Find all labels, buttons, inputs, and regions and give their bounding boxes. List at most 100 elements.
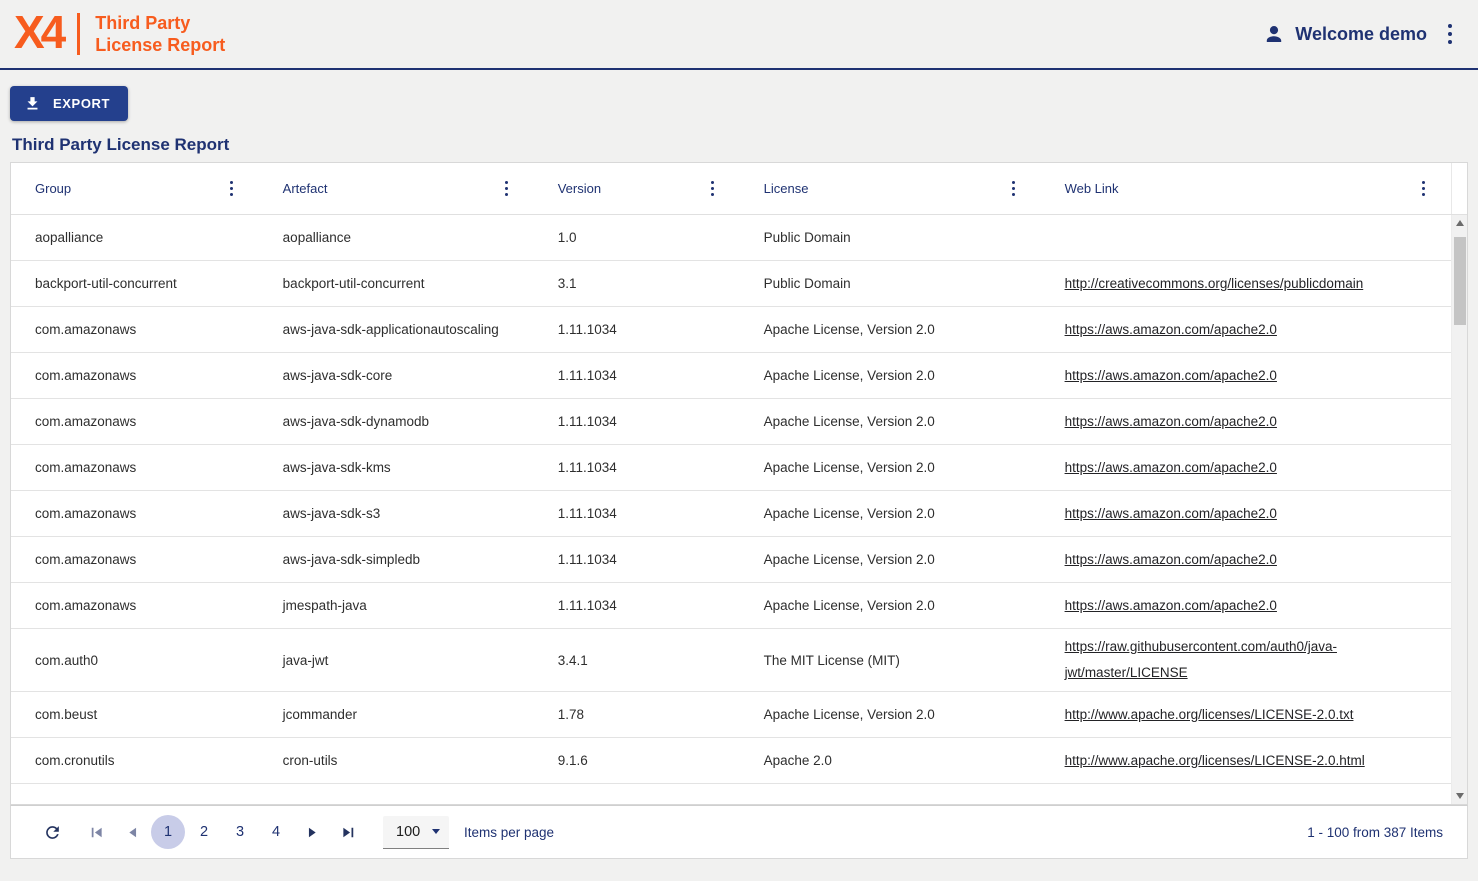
web-link[interactable]: https://aws.amazon.com/apache2.0 [1065,368,1277,383]
user-area: Welcome demo [1262,21,1456,48]
cell-artefact: aws-java-sdk-simpledb [259,542,534,577]
cell-group: com.cronutils [11,743,259,778]
web-link[interactable]: http://www.apache.org/licenses/LICENSE-2… [1065,707,1354,722]
items-per-page-label: Items per page [464,825,554,840]
cell-license: The MIT License (MIT) [740,643,1041,678]
cell-license: Apache License, Version 2.0 [740,358,1041,393]
column-menu-icon[interactable] [226,178,237,200]
cell-group: com.amazonaws [11,312,259,347]
web-link[interactable]: https://aws.amazon.com/apache2.0 [1065,598,1277,613]
cell-web-link: http://www.apache.org/licenses/LICENSE-2… [1041,743,1451,779]
cell-version: 3.1 [534,266,740,301]
column-menu-icon[interactable] [707,178,718,200]
pagination-range-text: 1 - 100 from 387 Items [1307,825,1443,840]
table-row: com.amazonaws aws-java-sdk-kms 1.11.1034… [11,445,1451,491]
column-header-web-link[interactable]: Web Link [1041,163,1451,214]
table-row: com.amazonaws aws-java-sdk-simpledb 1.11… [11,537,1451,583]
table-row: com.beust jcommander 1.78 Apache License… [11,692,1451,738]
next-page-button[interactable] [295,815,329,849]
cell-web-link: https://aws.amazon.com/apache2.0 [1041,358,1451,394]
cell-group: com.amazonaws [11,542,259,577]
cell-license: Public Domain [740,266,1041,301]
cell-version: 9.1.6 [534,743,740,778]
cell-web-link: https://aws.amazon.com/apache2.0 [1041,588,1451,624]
web-link[interactable]: https://aws.amazon.com/apache2.0 [1065,460,1277,475]
table-header-row: Group Artefact Version License Web Link [11,163,1467,215]
license-table: Group Artefact Version License Web Link [10,162,1468,805]
first-page-button[interactable] [79,815,113,849]
page-title: Third Party License Report [12,135,1478,155]
web-link[interactable]: http://www.apache.org/licenses/LICENSE-2… [1065,753,1365,768]
page-button-4[interactable]: 4 [259,815,293,849]
refresh-button[interactable] [35,815,69,849]
app-header: X4 Third Party License Report Welcome de… [0,0,1478,70]
page-button-2[interactable]: 2 [187,815,221,849]
cell-artefact: aws-java-sdk-kms [259,450,534,485]
export-button[interactable]: EXPORT [10,86,128,121]
export-button-label: EXPORT [53,96,110,111]
column-menu-icon[interactable] [1008,178,1019,200]
cell-artefact: jmespath-java [259,588,534,623]
vertical-scrollbar[interactable] [1451,215,1467,804]
column-label: License [764,181,809,196]
cell-version: 1.11.1034 [534,588,740,623]
cell-artefact: aws-java-sdk-applicationautoscaling [259,312,534,347]
table-row: com.cronutils cron-utils 9.1.6 Apache 2.… [11,738,1451,784]
table-row: aopalliance aopalliance 1.0 Public Domai… [11,215,1451,261]
column-header-license[interactable]: License [740,163,1041,214]
table-row: com.amazonaws aws-java-sdk-applicationau… [11,307,1451,353]
app-title-line2: License Report [95,34,225,57]
items-per-page-value: 100 [396,824,420,840]
cell-version: 1.11.1034 [534,450,740,485]
table-row: com.amazonaws aws-java-sdk-dynamodb 1.11… [11,399,1451,445]
download-icon [24,95,41,112]
x4-logo: X4 [14,9,62,59]
cell-version: 1.11.1034 [534,496,740,531]
table-row: com.auth0 java-jwt 3.4.1 The MIT License… [11,629,1451,692]
web-link[interactable]: https://aws.amazon.com/apache2.0 [1065,414,1277,429]
cell-web-link: https://aws.amazon.com/apache2.0 [1041,312,1451,348]
cell-artefact: java-jwt [259,643,534,678]
app-title-line1: Third Party [95,12,225,35]
scrollbar-up-arrow-icon[interactable] [1452,215,1467,231]
logo: X4 Third Party License Report [14,9,225,59]
cell-artefact: aws-java-sdk-core [259,358,534,393]
page-button-3[interactable]: 3 [223,815,257,849]
web-link[interactable]: https://aws.amazon.com/apache2.0 [1065,506,1277,521]
last-page-button[interactable] [331,815,365,849]
web-link[interactable]: https://aws.amazon.com/apache2.0 [1065,322,1277,337]
web-link[interactable]: https://aws.amazon.com/apache2.0 [1065,552,1277,567]
logo-divider [77,13,80,55]
cell-group: aopalliance [11,220,259,255]
table-body: aopalliance aopalliance 1.0 Public Domai… [11,215,1451,804]
column-header-version[interactable]: Version [534,163,740,214]
column-label: Artefact [283,181,328,196]
column-header-artefact[interactable]: Artefact [259,163,534,214]
web-link[interactable]: https://raw.githubusercontent.com/auth0/… [1065,639,1337,680]
web-link[interactable]: http://creativecommons.org/licenses/publ… [1065,276,1364,291]
table-row: com.amazonaws jmespath-java 1.11.1034 Ap… [11,583,1451,629]
app-title: Third Party License Report [95,12,225,57]
user-icon [1262,22,1286,46]
cell-license: Apache License, Version 2.0 [740,312,1041,347]
column-label: Group [35,181,71,196]
cell-artefact: jcommander [259,697,534,732]
column-header-group[interactable]: Group [11,163,259,214]
cell-group: com.auth0 [11,643,259,678]
cell-license: Apache License, Version 2.0 [740,450,1041,485]
scrollbar-down-arrow-icon[interactable] [1452,788,1467,804]
cell-web-link: https://raw.githubusercontent.com/auth0/… [1041,629,1451,691]
page-button-1[interactable]: 1 [151,815,185,849]
cell-version: 1.11.1034 [534,404,740,439]
toolbar: EXPORT [0,70,1478,121]
column-label: Web Link [1065,181,1119,196]
cell-web-link: http://www.apache.org/licenses/LICENSE-2… [1041,697,1451,733]
column-menu-icon[interactable] [1418,178,1429,200]
user-menu-kebab-icon[interactable] [1444,21,1456,48]
items-per-page-select[interactable]: 100 [383,816,449,849]
cell-license: Apache 2.0 [740,743,1041,778]
previous-page-button[interactable] [115,815,149,849]
column-menu-icon[interactable] [501,178,512,200]
scrollbar-thumb[interactable] [1454,237,1466,325]
chevron-down-icon [432,829,440,834]
